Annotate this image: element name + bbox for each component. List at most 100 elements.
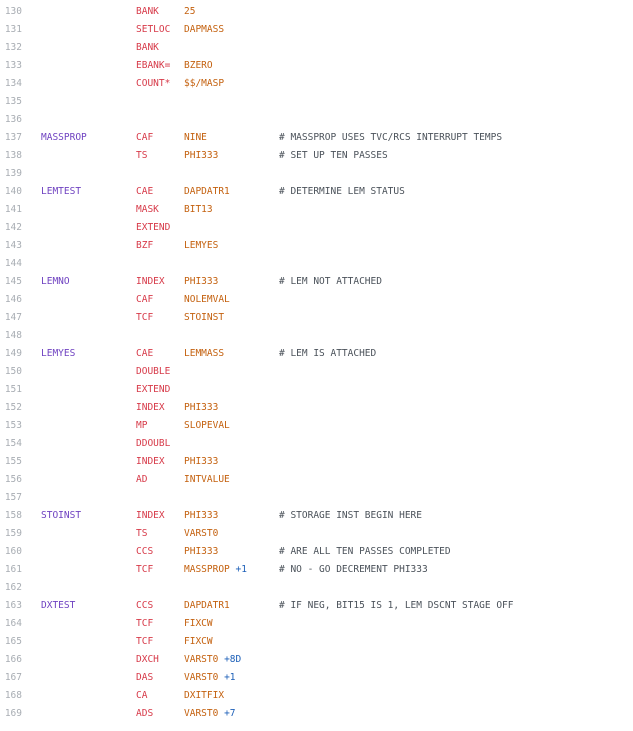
line-number[interactable]: 168 (0, 687, 22, 705)
operand-text: DAPDATR1 (184, 600, 230, 611)
line-number[interactable]: 145 (0, 273, 22, 291)
line-number[interactable]: 161 (0, 561, 22, 579)
line-number[interactable]: 165 (0, 633, 22, 651)
code-operand: MASSPROP +1 (184, 561, 247, 579)
code-opcode: BANK (136, 42, 159, 53)
code-line: 163 DXTEST CCS DAPDATR1 # IF NEG, BIT15 IS 1… (0, 597, 633, 615)
line-number[interactable]: 137 (0, 129, 22, 147)
line-number[interactable]: 147 (0, 309, 22, 327)
line-number[interactable]: 152 (0, 399, 22, 417)
code-line: 130 BANK 25 (0, 3, 633, 21)
code-line: 143 BZF LEMYES (0, 237, 633, 255)
code-label: LEMNO (41, 276, 70, 287)
line-number[interactable]: 134 (0, 75, 22, 93)
operand-offset: +1 (224, 672, 236, 683)
code-opcode: CAE (136, 186, 154, 197)
operand-text: PHI333 (184, 276, 219, 287)
code-line: 148 (0, 327, 633, 345)
operand-text: FIXCW (184, 618, 213, 629)
code-opcode: DXCH (136, 654, 159, 665)
line-number[interactable]: 162 (0, 579, 22, 597)
line-number[interactable]: 164 (0, 615, 22, 633)
code-line: 167 DAS VARST0 +1 (0, 669, 633, 687)
line-number[interactable]: 142 (0, 219, 22, 237)
line-number[interactable]: 132 (0, 39, 22, 57)
code-line: 150 DOUBLE (0, 363, 633, 381)
code-comment: # DETERMINE LEM STATUS (279, 186, 405, 197)
line-number[interactable]: 149 (0, 345, 22, 363)
line-number[interactable]: 143 (0, 237, 22, 255)
code-line: 138 TS PHI333 # SET UP TEN PASSES (0, 147, 633, 165)
code-line: 132 BANK (0, 39, 633, 57)
code-comment: # NO - GO DECREMENT PHI333 (279, 564, 428, 575)
line-number[interactable]: 169 (0, 705, 22, 723)
code-opcode: CAF (136, 294, 154, 305)
code-line: 139 (0, 165, 633, 183)
line-number[interactable]: 166 (0, 651, 22, 669)
operand-text: MASSPROP (184, 564, 230, 575)
code-operand: PHI333 (184, 507, 218, 525)
line-number[interactable]: 131 (0, 21, 22, 39)
code-line: 158 STOINST INDEX PHI333 # STORAGE INST BEGI… (0, 507, 633, 525)
code-operand: LEMYES (184, 237, 218, 255)
code-comment: # LEM IS ATTACHED (279, 348, 377, 359)
code-opcode: CCS (136, 546, 154, 557)
code-operand: PHI333 (184, 147, 218, 165)
code-operand: DXITFIX (184, 687, 224, 705)
code-opcode: DAS (136, 672, 154, 683)
line-number[interactable]: 154 (0, 435, 22, 453)
line-number[interactable]: 141 (0, 201, 22, 219)
line-number[interactable]: 135 (0, 93, 22, 111)
code-opcode: MP (136, 420, 148, 431)
code-line: 156 AD INTVALUE (0, 471, 633, 489)
line-number[interactable]: 144 (0, 255, 22, 273)
code-line: 159 TS VARST0 (0, 525, 633, 543)
code-operand: DAPDATR1 (184, 597, 230, 615)
code-opcode: EXTEND (136, 384, 171, 395)
line-number[interactable]: 155 (0, 453, 22, 471)
line-number[interactable]: 159 (0, 525, 22, 543)
line-number[interactable]: 150 (0, 363, 22, 381)
code-opcode: BZF (136, 240, 154, 251)
line-number[interactable]: 146 (0, 291, 22, 309)
code-label: MASSPROP (41, 132, 87, 143)
operand-text: NOLEMVAL (184, 294, 230, 305)
line-number[interactable]: 153 (0, 417, 22, 435)
line-number[interactable]: 160 (0, 543, 22, 561)
code-comment: # LEM NOT ATTACHED (279, 276, 382, 287)
code-opcode: TCF (136, 636, 154, 647)
code-opcode: DDOUBL (136, 438, 171, 449)
line-number[interactable]: 140 (0, 183, 22, 201)
line-number[interactable]: 133 (0, 57, 22, 75)
line-number[interactable]: 163 (0, 597, 22, 615)
code-line: 140 LEMTEST CAE DAPDATR1 # DETERMINE LEM STA… (0, 183, 633, 201)
line-number[interactable]: 136 (0, 111, 22, 129)
operand-text: SLOPEVAL (184, 420, 230, 431)
code-operand: PHI333 (184, 399, 218, 417)
code-opcode: TS (136, 150, 148, 161)
code-line: 134 COUNT* $$/MASP (0, 75, 633, 93)
line-number[interactable]: 156 (0, 471, 22, 489)
line-number[interactable]: 130 (0, 3, 22, 21)
line-number[interactable]: 139 (0, 165, 22, 183)
line-number[interactable]: 167 (0, 669, 22, 687)
code-operand: 25 (184, 3, 195, 21)
code-opcode: TCF (136, 564, 154, 575)
code-opcode: CAF (136, 132, 154, 143)
code-line: 144 (0, 255, 633, 273)
code-opcode: INDEX (136, 456, 165, 467)
line-number[interactable]: 151 (0, 381, 22, 399)
line-number[interactable]: 158 (0, 507, 22, 525)
code-label: LEMYES (41, 348, 76, 359)
line-number[interactable]: 157 (0, 489, 22, 507)
code-line: 166 DXCH VARST0 +8D (0, 651, 633, 669)
code-line: 149 LEMYES CAE LEMMASS # LEM IS ATTACHED (0, 345, 633, 363)
line-number[interactable]: 148 (0, 327, 22, 345)
operand-text: 25 (184, 6, 196, 17)
code-operand: VARST0 +1 (184, 669, 236, 687)
code-opcode: AD (136, 474, 148, 485)
code-operand: NINE (184, 129, 207, 147)
code-line: 147 TCF STOINST (0, 309, 633, 327)
line-number[interactable]: 138 (0, 147, 22, 165)
code-line: 133 EBANK= BZERO (0, 57, 633, 75)
